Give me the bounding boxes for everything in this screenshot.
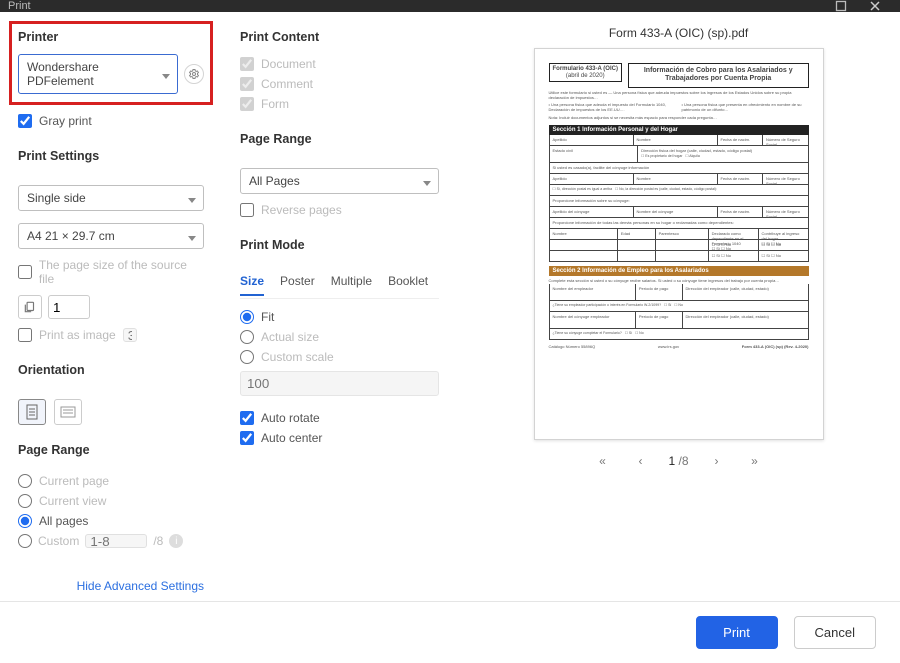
form-code-box: Formulario 433-A (OIC) (abril de 2020) xyxy=(549,63,622,82)
range-all-pages[interactable]: All pages xyxy=(18,511,204,531)
window-maximize-button[interactable] xyxy=(824,0,858,12)
printer-settings-button[interactable] xyxy=(184,64,204,84)
dialog-footer: Print Cancel xyxy=(0,601,900,663)
info-icon[interactable]: i xyxy=(169,534,183,548)
source-page-size-checkbox[interactable]: The page size of the source file xyxy=(18,255,204,289)
form-intro: Utilice este formulario si usted es — Un… xyxy=(549,91,809,101)
window-title: Print xyxy=(8,0,31,12)
pager-prev[interactable]: ‹ xyxy=(630,454,650,468)
tab-multiple[interactable]: Multiple xyxy=(331,274,372,296)
printer-select-value: Wondershare PDFelement xyxy=(27,60,99,88)
copies-input[interactable] xyxy=(48,295,90,319)
window-close-button[interactable] xyxy=(858,0,892,12)
sides-select[interactable]: Single side xyxy=(18,185,204,211)
auto-rotate-checkbox[interactable]: Auto rotate xyxy=(240,408,439,428)
close-icon xyxy=(869,0,881,12)
middle-panel: Print Content Document Comment Form Page… xyxy=(222,12,457,601)
range-current-view[interactable]: Current view xyxy=(18,491,204,511)
custom-scale-input[interactable] xyxy=(240,371,439,396)
main-content: Printer Wondershare PDFelement Gray prin… xyxy=(0,12,900,601)
printer-section-title: Printer xyxy=(18,30,204,44)
copies-row xyxy=(18,295,204,319)
gear-icon xyxy=(188,68,200,80)
cancel-button[interactable]: Cancel xyxy=(794,616,876,649)
print-content-title: Print Content xyxy=(240,30,439,44)
tab-size[interactable]: Size xyxy=(240,274,264,296)
print-settings-title: Print Settings xyxy=(18,149,204,163)
paper-size-select[interactable]: A4 21 × 29.7 cm xyxy=(18,223,204,249)
preview-pager: « ‹ 1 /8 › » xyxy=(471,454,886,468)
content-comment-checkbox[interactable]: Comment xyxy=(240,74,439,94)
printer-highlight: Printer Wondershare PDFelement xyxy=(9,21,213,105)
print-as-image-dpi xyxy=(123,328,137,342)
pager-last[interactable]: » xyxy=(745,454,765,468)
print-mode-tabs: Size Poster Multiple Booklet xyxy=(240,274,439,299)
preview-filename: Form 433-A (OIC) (sp).pdf xyxy=(471,26,886,40)
hide-advanced-link[interactable]: Hide Advanced Settings xyxy=(18,579,204,593)
form-bullets: • Una persona física que adeuda el impue… xyxy=(549,103,809,113)
orientation-portrait[interactable] xyxy=(18,399,46,425)
content-document-checkbox[interactable]: Document xyxy=(240,54,439,74)
tab-poster[interactable]: Poster xyxy=(280,274,315,296)
pager-next[interactable]: › xyxy=(707,454,727,468)
left-page-range-title: Page Range xyxy=(18,443,204,457)
preview-page: Formulario 433-A (OIC) (abril de 2020) I… xyxy=(534,48,824,440)
section1-bar: Sección 1 Información Personal y del Hog… xyxy=(549,125,809,135)
auto-center-checkbox[interactable]: Auto center xyxy=(240,428,439,448)
portrait-icon xyxy=(26,404,38,420)
tab-booklet[interactable]: Booklet xyxy=(388,274,428,296)
mid-page-range-select[interactable]: All Pages xyxy=(240,168,439,194)
scale-custom[interactable]: Custom scale xyxy=(240,347,439,367)
mid-page-range-title: Page Range xyxy=(240,132,439,146)
gray-print-checkbox[interactable]: Gray print xyxy=(18,111,204,131)
print-as-image-checkbox[interactable]: Print as image xyxy=(18,325,204,345)
pager-first[interactable]: « xyxy=(592,454,612,468)
range-current-page[interactable]: Current page xyxy=(18,471,204,491)
form-title: Información de Cobro para los Asalariado… xyxy=(628,63,809,88)
reverse-pages-checkbox[interactable]: Reverse pages xyxy=(240,200,439,220)
copies-icon xyxy=(18,295,42,319)
preview-panel: Form 433-A (OIC) (sp).pdf Formulario 433… xyxy=(457,12,900,601)
custom-range-input[interactable] xyxy=(85,534,147,548)
window-titlebar: Print xyxy=(0,0,900,12)
print-button[interactable]: Print xyxy=(696,616,778,649)
content-form-checkbox[interactable]: Form xyxy=(240,94,439,114)
copy-icon xyxy=(23,300,37,314)
gray-print-label: Gray print xyxy=(39,114,92,128)
scale-actual[interactable]: Actual size xyxy=(240,327,439,347)
orientation-landscape[interactable] xyxy=(54,399,82,425)
pager-position: 1 /8 xyxy=(668,454,688,468)
maximize-icon xyxy=(835,0,847,12)
print-mode-title: Print Mode xyxy=(240,238,439,252)
scale-fit[interactable]: Fit xyxy=(240,307,439,327)
left-panel: Printer Wondershare PDFelement Gray prin… xyxy=(0,12,222,601)
landscape-icon xyxy=(60,406,76,418)
range-custom[interactable]: Custom /8 i xyxy=(18,531,204,551)
section2-bar: Sección 2 Información de Empleo para los… xyxy=(549,266,809,276)
orientation-title: Orientation xyxy=(18,363,204,377)
printer-select[interactable]: Wondershare PDFelement xyxy=(18,54,178,94)
